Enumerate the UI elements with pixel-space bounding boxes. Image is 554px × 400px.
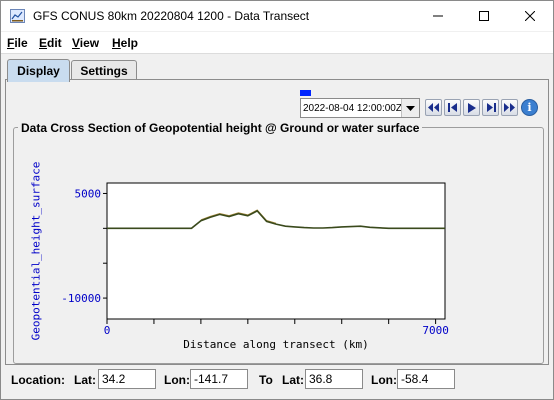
cross-section-plot[interactable]: 0 7000 5000 -10000 Distance along transect … <box>1 1 553 399</box>
x-tick-label: 7000 <box>422 324 449 337</box>
y-tick-label: 5000 <box>75 187 102 200</box>
plot-frame <box>106 182 446 320</box>
x-axis-label: Distance along transect (km) <box>183 338 368 351</box>
to-lat-label: Lat: <box>282 373 304 387</box>
end-lat-field[interactable] <box>305 369 363 389</box>
tab-display[interactable]: Display <box>7 59 70 82</box>
start-lat-field[interactable] <box>98 369 156 389</box>
lat-label: Lat: <box>74 373 96 387</box>
to-lon-label: Lon: <box>371 373 397 387</box>
end-lon-field[interactable] <box>397 369 455 389</box>
location-bar: Location: Lat: Lon: To Lat: Lon: <box>1 369 553 391</box>
location-label: Location: <box>11 373 65 387</box>
to-label: To <box>259 373 273 387</box>
start-lon-field[interactable] <box>190 369 248 389</box>
x-tick-label: 0 <box>104 324 111 337</box>
y-tick-label: -10000 <box>61 292 101 305</box>
lon-label: Lon: <box>164 373 190 387</box>
data-transect-window: GFS CONUS 80km 20220804 1200 - Data Tran… <box>0 0 554 400</box>
